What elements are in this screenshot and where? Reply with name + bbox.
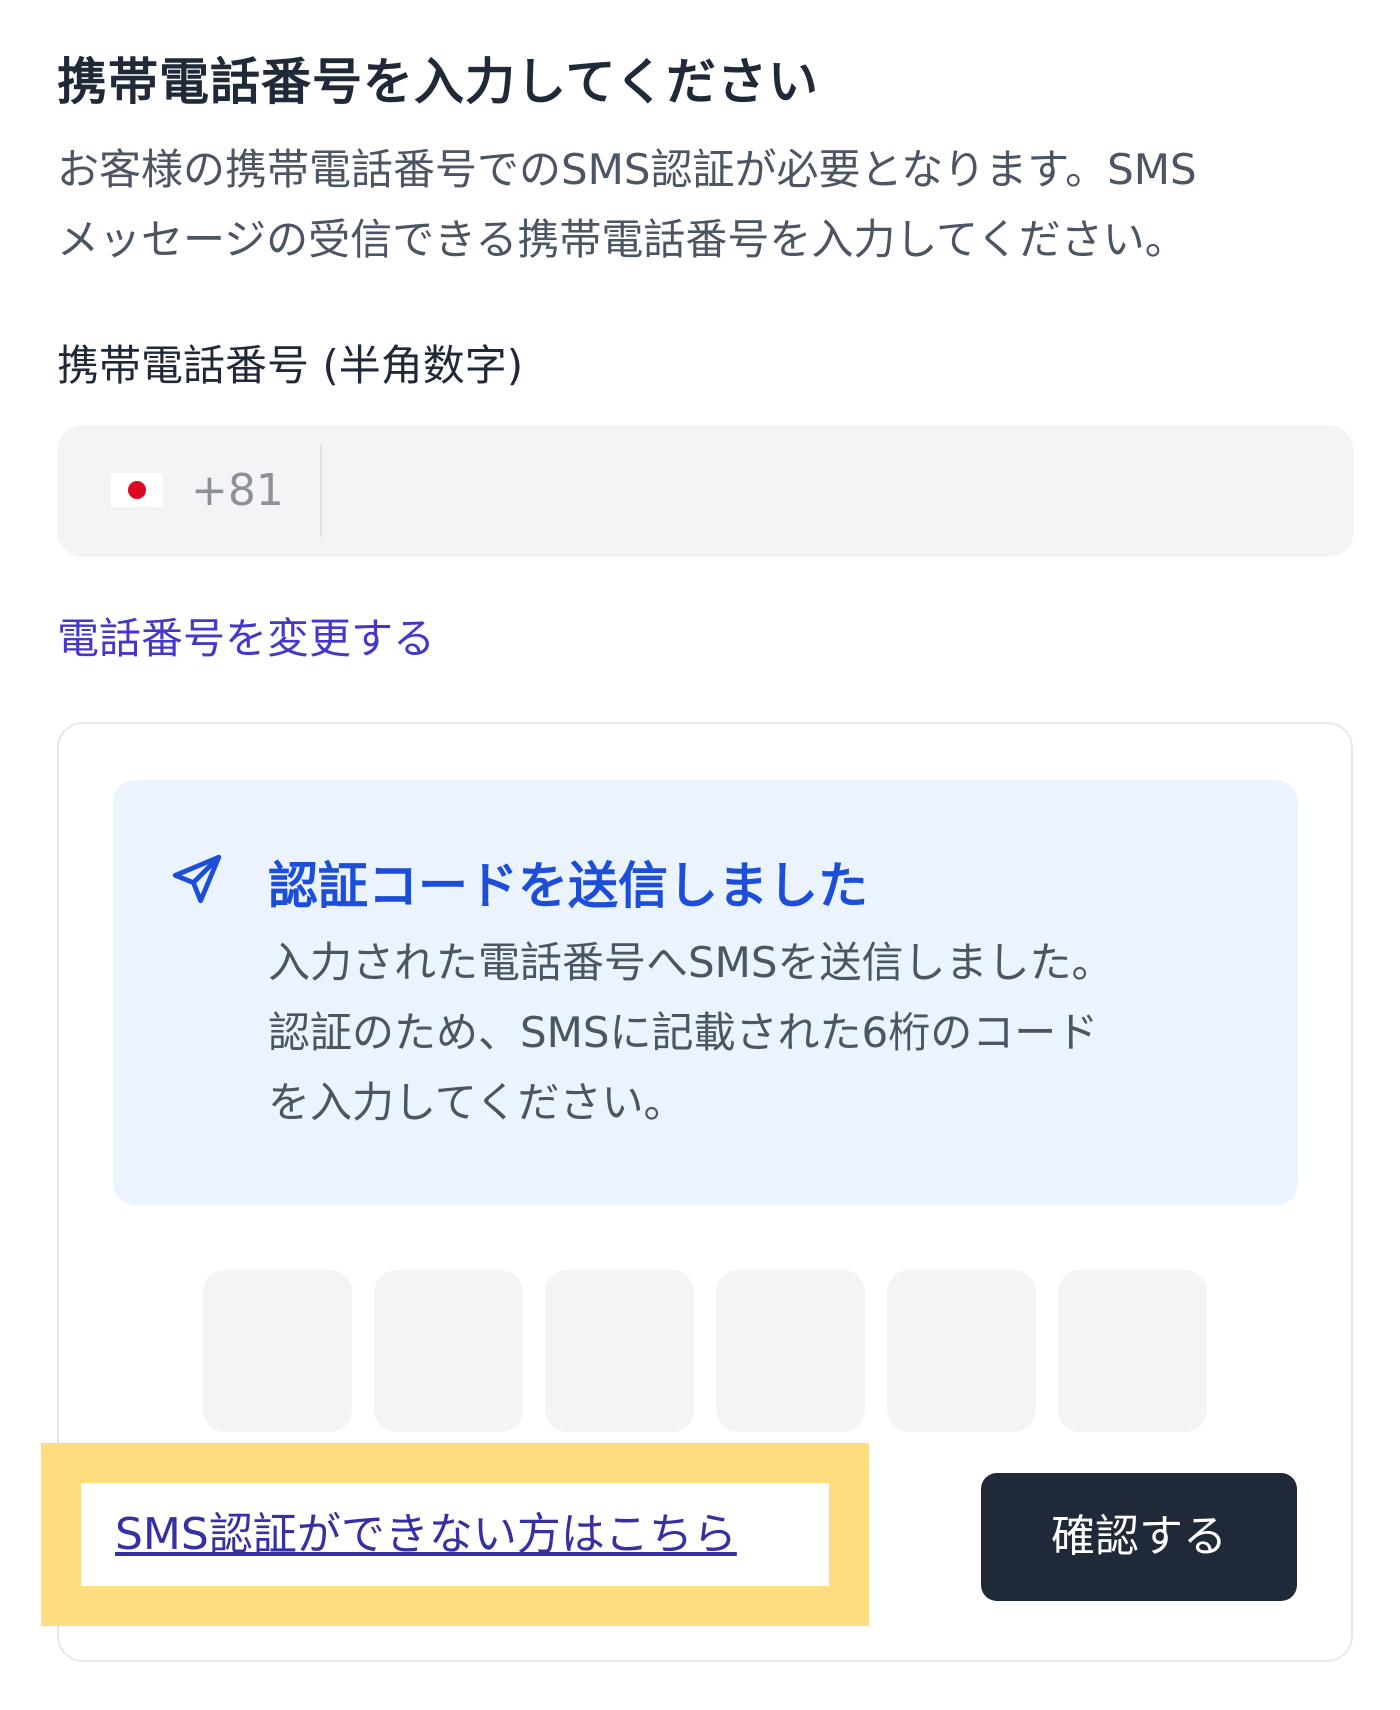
send-icon bbox=[172, 854, 222, 904]
notice-body-line-2: 認証のため、SMSに記載された6桁のコード bbox=[268, 1008, 1099, 1057]
description-line-2: メッセージの受信できる携帯電話番号を入力してください。 bbox=[57, 215, 1187, 264]
page-title: 携帯電話番号を入力してください bbox=[57, 53, 819, 111]
page-description: お客様の携帯電話番号でのSMS認証が必要となります。SMS メッセージの受信でき… bbox=[57, 135, 1357, 275]
code-digit-1[interactable] bbox=[203, 1270, 352, 1432]
code-digit-2[interactable] bbox=[374, 1270, 523, 1432]
phone-number-field[interactable]: +81 bbox=[57, 425, 1354, 557]
field-divider bbox=[320, 445, 322, 537]
description-line-1: お客様の携帯電話番号でのSMS認証が必要となります。SMS bbox=[57, 145, 1197, 194]
notice-title: 認証コードを送信しました bbox=[268, 857, 868, 915]
notice-body: 入力された電話番号へSMSを送信しました。 認証のため、SMSに記載された6桁の… bbox=[268, 928, 1268, 1138]
sms-verification-page: 携帯電話番号を入力してください お客様の携帯電話番号でのSMS認証が必要となりま… bbox=[0, 0, 1400, 1710]
code-digit-4[interactable] bbox=[716, 1270, 865, 1432]
notice-body-line-3: を入力してください。 bbox=[268, 1078, 686, 1127]
sms-help-link[interactable]: SMS認証ができない方はこちら bbox=[81, 1483, 829, 1586]
code-digit-5[interactable] bbox=[887, 1270, 1036, 1432]
notice-body-line-1: 入力された電話番号へSMSを送信しました。 bbox=[268, 938, 1114, 987]
japan-flag-circle bbox=[128, 481, 146, 499]
code-digit-6[interactable] bbox=[1058, 1270, 1207, 1432]
confirm-button[interactable]: 確認する bbox=[981, 1473, 1297, 1601]
code-sent-notice: 認証コードを送信しました 入力された電話番号へSMSを送信しました。 認証のため… bbox=[113, 780, 1298, 1205]
phone-field-label: 携帯電話番号 (半角数字) bbox=[57, 341, 524, 390]
country-code[interactable]: +81 bbox=[191, 465, 284, 516]
japan-flag-icon[interactable] bbox=[111, 473, 163, 507]
code-digit-3[interactable] bbox=[545, 1270, 694, 1432]
change-phone-link[interactable]: 電話番号を変更する bbox=[57, 605, 435, 666]
